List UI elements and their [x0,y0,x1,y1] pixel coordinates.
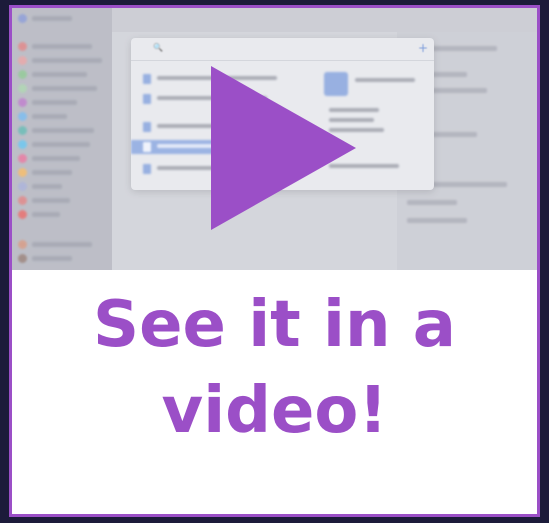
video-caption: See it in a video! [12,282,537,454]
video-card[interactable]: 🔍 + See it in a video! [9,5,540,517]
caption-line-2: video! [161,374,388,448]
play-icon[interactable] [211,66,356,230]
caption-line-1: See it in a [93,288,456,362]
